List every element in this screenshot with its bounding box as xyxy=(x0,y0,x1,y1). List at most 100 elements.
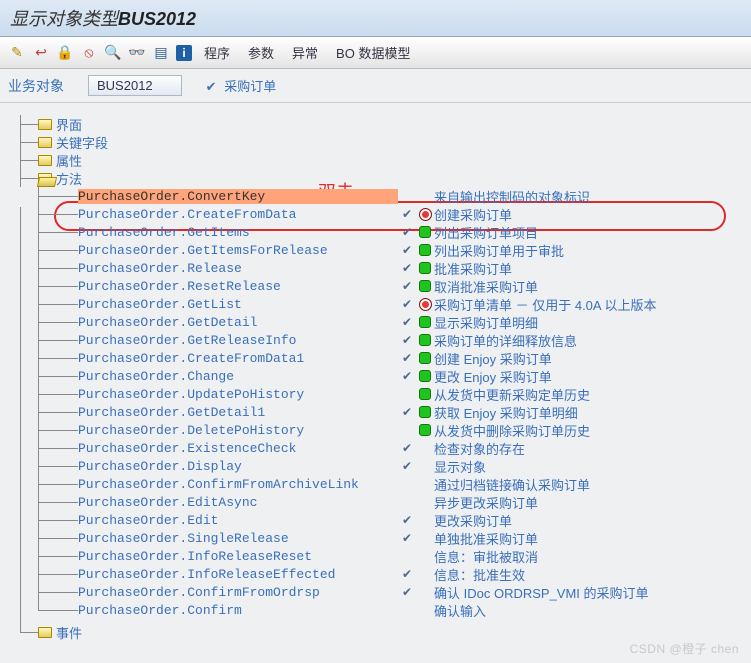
title-prefix: 显示对象类型 xyxy=(10,9,118,29)
wand-icon[interactable]: ✎ xyxy=(8,44,26,62)
method-name: PurchaseOrder.DeletePoHistory xyxy=(78,423,398,438)
method-name: PurchaseOrder.InfoReleaseEffected xyxy=(78,567,398,582)
method-name: PurchaseOrder.CreateFromData xyxy=(78,207,398,222)
method-description: 采购订单清单 － 仅用于 4.0A 以上版本 xyxy=(434,295,656,314)
check-icon: ✔ xyxy=(206,79,221,94)
method-name: PurchaseOrder.GetList xyxy=(78,297,398,312)
menu-program[interactable]: 程序 xyxy=(198,43,236,62)
method-name: PurchaseOrder.GetDetail1 xyxy=(78,405,398,420)
method-row[interactable]: PurchaseOrder.GetReleaseInfo✔采购订单的详细释放信息 xyxy=(78,331,741,349)
method-description: 获取 Enjoy 采购订单明细 xyxy=(434,403,578,422)
undo-icon[interactable]: ↩ xyxy=(32,44,50,62)
method-row[interactable]: PurchaseOrder.DeletePoHistory 从发货中删除采购订单历… xyxy=(78,421,741,439)
method-description: 通过归档链接确认采购订单 xyxy=(434,475,590,494)
method-check: ✔ xyxy=(398,459,416,474)
method-check: ✔ xyxy=(398,333,416,348)
method-row[interactable]: PurchaseOrder.EditAsync 异步更改采购订单 xyxy=(78,493,741,511)
method-row[interactable]: PurchaseOrder.ResetRelease✔取消批准采购订单 xyxy=(78,277,741,295)
method-row[interactable]: PurchaseOrder.ConfirmFromArchiveLink通过归档… xyxy=(78,475,741,493)
method-row[interactable]: PurchaseOrder.InfoReleaseReset 信息：审批被取消 xyxy=(78,547,741,565)
stop-icon[interactable]: ⦸ xyxy=(80,44,98,62)
node-label: 事件 xyxy=(56,623,82,642)
method-row[interactable]: PurchaseOrder.GetDetail✔ 显示采购订单明细 xyxy=(78,313,741,331)
node-events[interactable]: 事件 xyxy=(38,623,741,641)
method-description: 异步更改采购订单 xyxy=(434,493,538,512)
window-title: 显示对象类型BUS2012 xyxy=(0,0,751,37)
menu-bo-model[interactable]: BO 数据模型 xyxy=(330,43,416,62)
method-description: 更改 Enjoy 采购订单 xyxy=(434,367,552,386)
method-status-icon xyxy=(416,298,434,311)
method-description: 从发货中删除采购订单历史 xyxy=(434,421,590,440)
method-name: PurchaseOrder.ConvertKey xyxy=(78,189,398,204)
method-row[interactable]: PurchaseOrder.SingleRelease✔单独批准采购订单 xyxy=(78,529,741,547)
method-description: 确认输入 xyxy=(434,601,486,620)
method-name: PurchaseOrder.GetDetail xyxy=(78,315,398,330)
method-row[interactable]: PurchaseOrder.InfoReleaseEffected✔信息：批准生… xyxy=(78,565,741,583)
method-name: PurchaseOrder.InfoReleaseReset xyxy=(78,549,398,564)
grid-icon[interactable]: ▤ xyxy=(152,44,170,62)
method-status-icon xyxy=(416,424,434,436)
method-row[interactable]: PurchaseOrder.UpdatePoHistory从发货中更新采购定单历… xyxy=(78,385,741,403)
lock-icon[interactable]: 🔒 xyxy=(56,44,74,62)
method-name: PurchaseOrder.GetItems xyxy=(78,225,398,240)
title-object-type: BUS2012 xyxy=(118,9,196,29)
method-row[interactable]: PurchaseOrder.Confirm确认输入 xyxy=(78,601,741,619)
menu-parameters[interactable]: 参数 xyxy=(242,43,280,62)
method-row[interactable]: PurchaseOrder.GetItems✔列出采购订单项目 xyxy=(78,223,741,241)
tree-area: 双击 界面 关键字段 属性 方法 PurchaseOrder.ConvertKe… xyxy=(0,103,751,663)
method-description: 显示对象 xyxy=(434,457,486,476)
findnext-icon[interactable]: 👓 xyxy=(128,44,146,62)
method-status-icon xyxy=(416,334,434,346)
method-row[interactable]: PurchaseOrder.ConvertKey来自输出控制码的对象标识 xyxy=(78,187,741,205)
node-label: 属性 xyxy=(56,151,82,170)
method-description: 取消批准采购订单 xyxy=(434,277,538,296)
method-check: ✔ xyxy=(398,351,416,366)
method-check: ✔ xyxy=(398,261,416,276)
method-description: 信息：审批被取消 xyxy=(434,547,538,566)
method-row[interactable]: PurchaseOrder.CreateFromData1✔ 创建 Enjoy 采… xyxy=(78,349,741,367)
method-description: 创建 Enjoy 采购订单 xyxy=(434,349,552,368)
method-name: PurchaseOrder.CreateFromData1 xyxy=(78,351,398,366)
method-check: ✔ xyxy=(398,585,416,600)
bo-label: 业务对象 xyxy=(8,76,64,96)
node-attributes[interactable]: 属性 xyxy=(38,151,741,169)
method-name: PurchaseOrder.EditAsync xyxy=(78,495,398,510)
method-row[interactable]: PurchaseOrder.GetDetail1✔获取 Enjoy 采购订单明细 xyxy=(78,403,741,421)
method-row[interactable]: PurchaseOrder.CreateFromData✔ 创建采购订单 xyxy=(78,205,741,223)
method-check: ✔ xyxy=(398,315,416,330)
method-row[interactable]: PurchaseOrder.Edit✔更改采购订单 xyxy=(78,511,741,529)
menu-exceptions[interactable]: 异常 xyxy=(286,43,324,62)
method-name: PurchaseOrder.Release xyxy=(78,261,398,276)
method-status-icon xyxy=(416,244,434,256)
method-description: 显示采购订单明细 xyxy=(434,313,538,332)
method-description: 检查对象的存在 xyxy=(434,439,525,458)
tree-root: 界面 关键字段 属性 方法 PurchaseOrder.ConvertKey来自… xyxy=(20,115,741,641)
find-icon[interactable]: 🔍 xyxy=(104,44,122,62)
method-row[interactable]: PurchaseOrder.ExistenceCheck✔检查对象的存在 xyxy=(78,439,741,457)
method-status-icon xyxy=(416,352,434,364)
bo-code-field[interactable]: BUS2012 xyxy=(88,75,182,96)
folder-icon xyxy=(38,627,52,638)
method-description: 更改采购订单 xyxy=(434,511,512,530)
method-row[interactable]: PurchaseOrder.Release✔批准采购订单 xyxy=(78,259,741,277)
method-row[interactable]: PurchaseOrder.GetItemsForRelease✔列出采购订单用… xyxy=(78,241,741,259)
node-keyfields[interactable]: 关键字段 xyxy=(38,133,741,151)
method-row[interactable]: PurchaseOrder.Change✔更改 Enjoy 采购订单 xyxy=(78,367,741,385)
method-row[interactable]: PurchaseOrder.Display✔显示对象 xyxy=(78,457,741,475)
method-check: ✔ xyxy=(398,513,416,528)
node-label: 界面 xyxy=(56,115,82,134)
node-interface[interactable]: 界面 xyxy=(38,115,741,133)
method-row[interactable]: PurchaseOrder.GetList✔采购订单清单 － 仅用于 4.0A … xyxy=(78,295,741,313)
method-check: ✔ xyxy=(398,207,416,222)
method-description: 创建采购订单 xyxy=(434,205,512,224)
folder-icon xyxy=(38,137,52,148)
method-status-icon xyxy=(416,370,434,382)
method-check: ✔ xyxy=(398,369,416,384)
method-row[interactable]: PurchaseOrder.ConfirmFromOrdrsp✔确认 IDoc … xyxy=(78,583,741,601)
bo-description: 采购订单 xyxy=(224,79,276,94)
node-methods[interactable]: 方法 xyxy=(38,169,741,187)
info-icon[interactable]: i xyxy=(176,45,192,61)
method-check: ✔ xyxy=(398,279,416,294)
toolbar: ✎ ↩ 🔒 ⦸ 🔍 👓 ▤ i 程序 参数 异常 BO 数据模型 xyxy=(0,37,751,69)
methods-list: PurchaseOrder.ConvertKey来自输出控制码的对象标识Purc… xyxy=(78,187,741,619)
